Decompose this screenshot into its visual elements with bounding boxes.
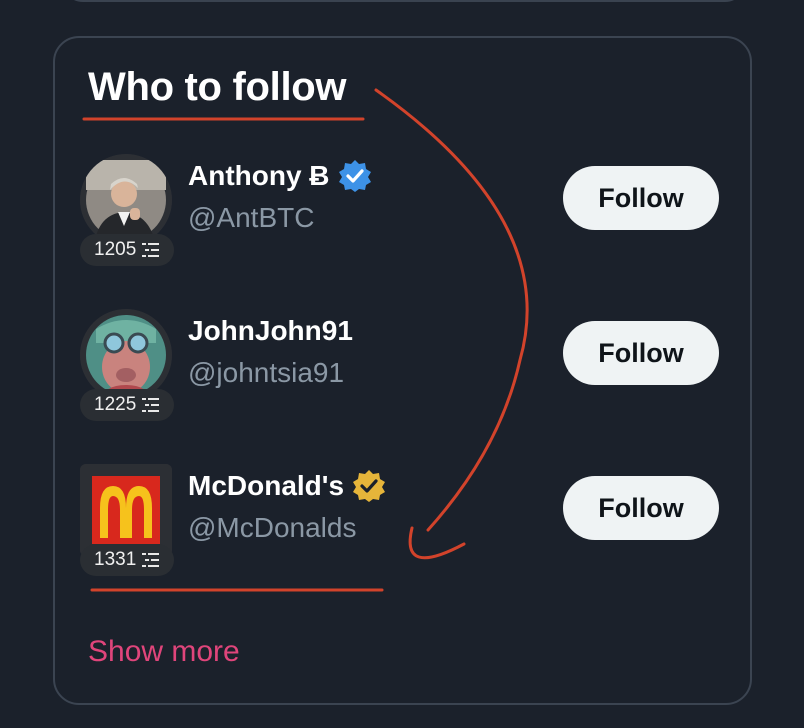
verified-org-badge-icon: [352, 469, 386, 503]
account-name-line: JohnJohn91: [188, 313, 353, 349]
activity-count-badge: 1331: [80, 544, 175, 576]
follow-button[interactable]: Follow: [563, 166, 719, 230]
activity-count-badge: 1225: [80, 389, 175, 421]
activity-count: 1331: [94, 549, 137, 570]
avatar[interactable]: [80, 309, 172, 401]
follow-suggestion-row[interactable]: 1225 JohnJohn91 @johntsia91 Follow: [78, 309, 738, 429]
card-title: Who to follow: [88, 65, 347, 109]
avatar[interactable]: [80, 464, 172, 556]
who-to-follow-screen: Who to follow 1205 Anthony Ƀ @AntBTC Fol…: [0, 0, 804, 728]
account-handle[interactable]: @AntBTC: [188, 200, 314, 236]
account-handle[interactable]: @johntsia91: [188, 355, 344, 391]
account-name-line: McDonald's: [188, 468, 386, 504]
avatar[interactable]: [80, 154, 172, 246]
activity-count: 1205: [94, 239, 137, 260]
activity-count-badge: 1205: [80, 234, 175, 266]
avatar-container: 1225: [80, 309, 175, 421]
follow-suggestion-row[interactable]: 1205 Anthony Ƀ @AntBTC Follow: [78, 154, 738, 274]
list-icon: [142, 398, 160, 412]
account-name-line: Anthony Ƀ: [188, 158, 372, 194]
person-photo-icon: [80, 154, 172, 246]
activity-count: 1225: [94, 394, 137, 415]
account-name[interactable]: JohnJohn91: [188, 313, 353, 349]
follow-suggestion-row[interactable]: 1331 McDonald's @McDonalds Follow: [78, 464, 738, 584]
follow-button[interactable]: Follow: [563, 476, 719, 540]
verified-badge-icon: [338, 159, 372, 193]
account-name[interactable]: McDonald's: [188, 468, 344, 504]
avatar-container: 1205: [80, 154, 175, 266]
list-icon: [142, 243, 160, 257]
account-name[interactable]: Anthony Ƀ: [188, 158, 330, 194]
follow-button[interactable]: Follow: [563, 321, 719, 385]
golden-arches-logo-icon: [80, 464, 172, 556]
show-more-link[interactable]: Show more: [88, 632, 240, 672]
avatar-container: 1331: [80, 464, 175, 576]
character-avatar-icon: [80, 309, 172, 401]
list-icon: [142, 553, 160, 567]
previous-card-edge: [62, 0, 746, 2]
account-handle[interactable]: @McDonalds: [188, 510, 356, 546]
